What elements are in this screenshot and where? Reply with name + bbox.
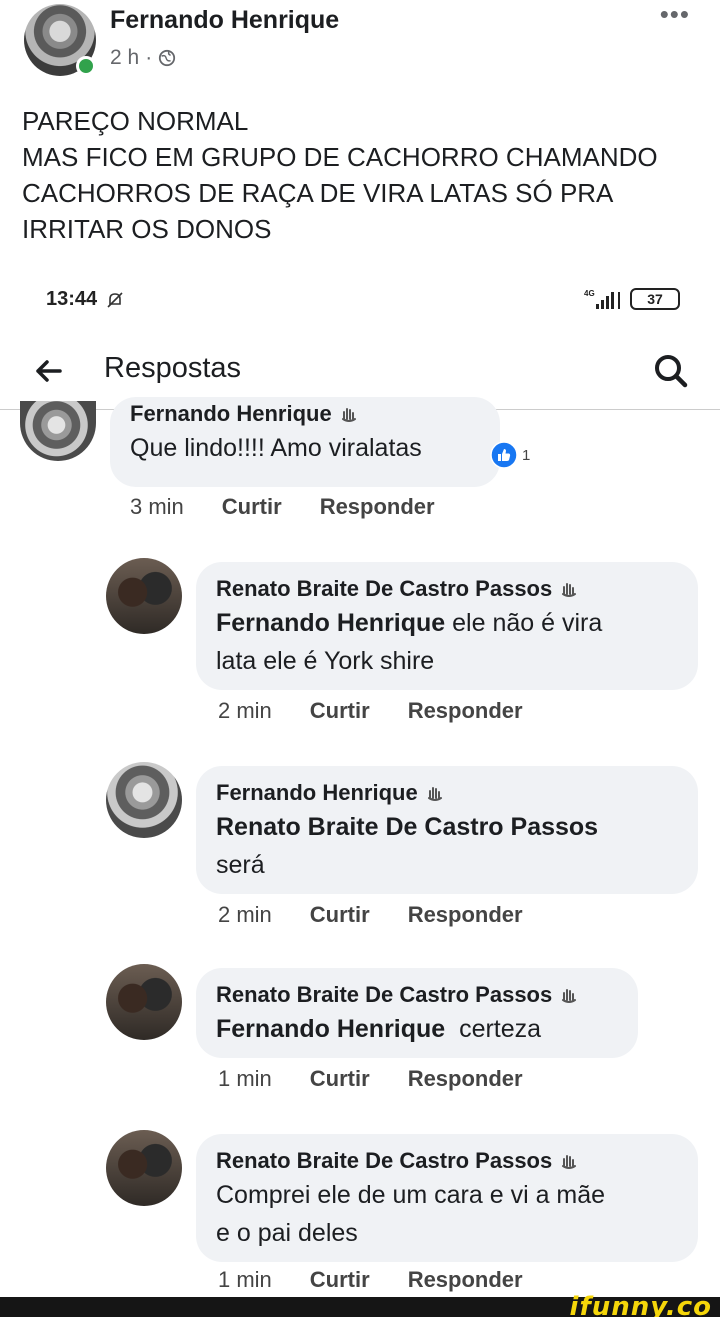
post-text-line: MAS FICO EM GRUPO DE CACHORRO CHAMANDO [22, 142, 658, 172]
comment: Renato Braite De Castro Passos Fernando … [0, 964, 720, 1104]
comment-text-line: e o pai deles [216, 1219, 358, 1247]
wave-badge-icon [341, 408, 356, 422]
status-bar: 13:44 4G 37 [0, 280, 720, 320]
avatar[interactable] [106, 964, 182, 1040]
comment-bubble: Fernando Henrique Que lindo!!!! Amo vira… [110, 397, 500, 487]
mention-link[interactable]: Fernando Henrique [216, 1015, 445, 1043]
comment-author[interactable]: Fernando Henrique [216, 778, 678, 808]
comment-author-name[interactable]: Fernando Henrique [216, 778, 418, 808]
more-options-icon[interactable]: ••• [660, 1, 690, 27]
comment-bubble: Renato Braite De Castro Passos Fernando … [196, 562, 698, 690]
post-author-name[interactable]: Fernando Henrique [110, 6, 339, 35]
reply-button[interactable]: Responder [408, 698, 523, 724]
comment-author-name[interactable]: Renato Braite De Castro Passos [216, 980, 552, 1010]
reaction-count-value: 1 [522, 446, 531, 464]
comment-bubble: Fernando Henrique Renato Braite De Castr… [196, 766, 698, 894]
back-arrow-icon[interactable] [32, 354, 66, 388]
post-text: PAREÇO NORMAL MAS FICO EM GRUPO DE CACHO… [22, 103, 702, 247]
status-time: 13:44 [46, 288, 98, 310]
page-title: Respostas [104, 352, 242, 384]
comment-actions: 1 min Curtir Responder [218, 1066, 523, 1092]
comment-bubble: Renato Braite De Castro Passos Fernando … [196, 968, 638, 1058]
comment: Renato Braite De Castro Passos Fernando … [0, 558, 720, 738]
comment-text: Fernando Henrique ele não é vira [216, 604, 678, 642]
mention-link[interactable]: Renato Braite De Castro Passos [216, 808, 678, 846]
post-header: Fernando Henrique 2 h · ••• [0, 0, 720, 90]
comment-actions: 3 min Curtir Responder [130, 494, 435, 520]
comment-author[interactable]: Renato Braite De Castro Passos [216, 1146, 678, 1176]
comment-author-name[interactable]: Renato Braite De Castro Passos [216, 1146, 552, 1176]
comment-time: 1 min [218, 1066, 272, 1091]
comment-author[interactable]: Renato Braite De Castro Passos [216, 574, 678, 604]
signal-icon: 4G [584, 289, 620, 309]
comment-time: 1 min [218, 1267, 272, 1292]
avatar[interactable] [106, 558, 182, 634]
avatar[interactable] [106, 1130, 182, 1206]
comment-author[interactable]: Renato Braite De Castro Passos [216, 980, 618, 1010]
online-status-dot [76, 56, 96, 76]
wave-badge-icon [562, 989, 577, 1003]
wave-badge-icon [562, 1155, 577, 1169]
network-label: 4G [584, 289, 595, 298]
avatar[interactable] [20, 401, 96, 461]
globe-icon [159, 49, 176, 67]
comment: Fernando Henrique Renato Braite De Castr… [0, 762, 720, 942]
thumbs-up-icon [490, 441, 518, 469]
like-button[interactable]: Curtir [310, 1066, 370, 1092]
post-text-line: CACHORROS DE RAÇA DE VIRA LATAS SÓ PRA [22, 178, 614, 208]
post-text-line: IRRITAR OS DONOS [22, 214, 272, 244]
comment-text-rest: ele não é vira [445, 609, 603, 637]
comment-author-name[interactable]: Renato Braite De Castro Passos [216, 574, 552, 604]
comment-actions: 2 min Curtir Responder [218, 698, 523, 724]
comment-time: 3 min [130, 494, 184, 519]
comment-text: Fernando Henrique certeza [216, 1010, 618, 1048]
comment-text-line: lata ele é York shire [216, 647, 435, 675]
mention-link[interactable]: Fernando Henrique [216, 609, 445, 637]
status-right-group: 4G 37 [582, 288, 680, 310]
reply-button[interactable]: Responder [320, 494, 435, 520]
comment: Renato Braite De Castro Passos Comprei e… [0, 1130, 720, 1297]
comment-bubble: Renato Braite De Castro Passos Comprei e… [196, 1134, 698, 1262]
reaction-count[interactable]: 1 [490, 441, 530, 469]
comment-author[interactable]: Fernando Henrique [130, 399, 480, 429]
comment-author-name[interactable]: Fernando Henrique [130, 399, 332, 429]
wave-badge-icon [562, 583, 577, 597]
meta-separator: · [145, 46, 153, 69]
like-button[interactable]: Curtir [222, 494, 282, 520]
wave-badge-icon [427, 787, 442, 801]
like-button[interactable]: Curtir [310, 1267, 370, 1293]
status-time-group: 13:44 [46, 288, 125, 311]
comment-text: será [216, 851, 265, 879]
reply-button[interactable]: Responder [408, 1066, 523, 1092]
comment-text-rest: certeza [445, 1015, 542, 1043]
battery-indicator: 37 [630, 288, 680, 310]
comment-actions: 2 min Curtir Responder [218, 902, 523, 928]
like-button[interactable]: Curtir [310, 698, 370, 724]
post-time[interactable]: 2 h [110, 46, 139, 70]
comment-time: 2 min [218, 698, 272, 723]
post-text-line: PAREÇO NORMAL [22, 106, 249, 136]
comment-time: 2 min [218, 902, 272, 927]
comment-text: Comprei ele de um cara e vi a mãe [216, 1181, 606, 1209]
avatar[interactable] [106, 762, 182, 838]
search-icon[interactable] [652, 352, 690, 390]
post-meta: 2 h · [110, 46, 176, 70]
like-button[interactable]: Curtir [310, 902, 370, 928]
ifunny-watermark: ifunny.co [569, 1292, 712, 1317]
reply-button[interactable]: Responder [408, 902, 523, 928]
reply-button[interactable]: Responder [408, 1267, 523, 1293]
comment-text: Que lindo!!!! Amo viralatas [130, 434, 422, 462]
notifications-muted-icon [107, 291, 123, 308]
comment-actions: 1 min Curtir Responder [218, 1267, 523, 1293]
comment: Fernando Henrique Que lindo!!!! Amo vira… [0, 397, 720, 531]
